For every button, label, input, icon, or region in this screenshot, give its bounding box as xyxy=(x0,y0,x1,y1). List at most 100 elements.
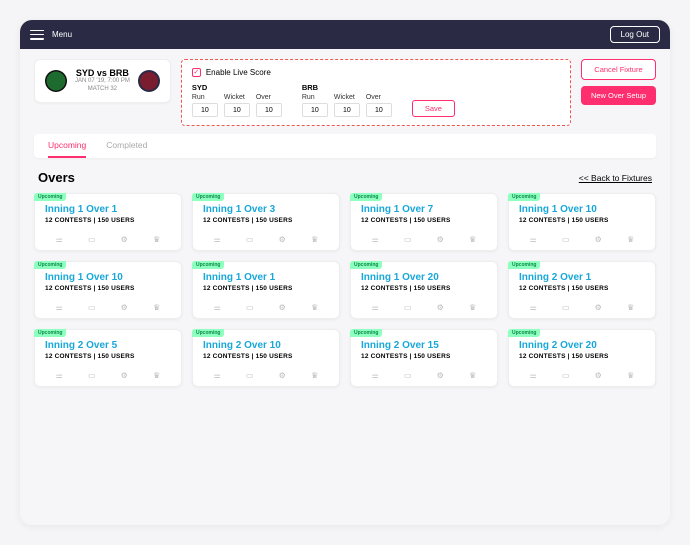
match-number: MATCH 32 xyxy=(75,86,130,94)
syd-run-input[interactable]: 10 xyxy=(192,103,218,117)
tab-upcoming[interactable]: Upcoming xyxy=(48,140,86,158)
status-tag: Upcoming xyxy=(192,193,224,201)
gear-icon[interactable]: ⚙ xyxy=(435,234,445,244)
gear-icon[interactable]: ⚙ xyxy=(435,370,445,380)
device-icon[interactable]: ▭ xyxy=(561,370,571,380)
card-title: Inning 2 Over 15 xyxy=(361,340,487,351)
tab-completed[interactable]: Completed xyxy=(106,140,147,158)
sliders-icon[interactable]: ⚌ xyxy=(212,234,222,244)
cancel-fixture-button[interactable]: Cancel Fixture xyxy=(581,59,656,80)
over-card[interactable]: UpcomingInning 1 Over 712 CONTESTS | 150… xyxy=(350,193,498,251)
device-icon[interactable]: ▭ xyxy=(245,370,255,380)
trophy-icon[interactable]: ♛ xyxy=(626,370,636,380)
status-tag: Upcoming xyxy=(508,193,540,201)
match-date: JAN 07 '19, 7:00 PM xyxy=(75,78,130,86)
new-over-setup-button[interactable]: New Over Setup xyxy=(581,86,656,105)
device-icon[interactable]: ▭ xyxy=(87,234,97,244)
trophy-icon[interactable]: ♛ xyxy=(468,370,478,380)
gear-icon[interactable]: ⚙ xyxy=(277,302,287,312)
sliders-icon[interactable]: ⚌ xyxy=(54,302,64,312)
over-card[interactable]: UpcomingInning 1 Over 1012 CONTESTS | 15… xyxy=(508,193,656,251)
syd-over-input[interactable]: 10 xyxy=(256,103,282,117)
over-card[interactable]: UpcomingInning 2 Over 112 CONTESTS | 150… xyxy=(508,261,656,319)
trophy-icon[interactable]: ♛ xyxy=(468,234,478,244)
over-card[interactable]: UpcomingInning 2 Over 1012 CONTESTS | 15… xyxy=(192,329,340,387)
gear-icon[interactable]: ⚙ xyxy=(435,302,445,312)
sliders-icon[interactable]: ⚌ xyxy=(370,234,380,244)
over-card[interactable]: UpcomingInning 2 Over 1512 CONTESTS | 15… xyxy=(350,329,498,387)
top-bar: Menu Log Out xyxy=(20,20,670,49)
card-title: Inning 1 Over 20 xyxy=(361,272,487,283)
over-card[interactable]: UpcomingInning 1 Over 112 CONTESTS | 150… xyxy=(34,193,182,251)
tabs: Upcoming Completed xyxy=(34,134,656,158)
status-tag: Upcoming xyxy=(192,329,224,337)
syd-wicket-input[interactable]: 10 xyxy=(224,103,250,117)
device-icon[interactable]: ▭ xyxy=(87,302,97,312)
device-icon[interactable]: ▭ xyxy=(245,302,255,312)
device-icon[interactable]: ▭ xyxy=(245,234,255,244)
card-subtitle: 12 CONTESTS | 150 USERS xyxy=(203,217,329,224)
device-icon[interactable]: ▭ xyxy=(561,302,571,312)
trophy-icon[interactable]: ♛ xyxy=(626,234,636,244)
gear-icon[interactable]: ⚙ xyxy=(593,302,603,312)
save-score-button[interactable]: Save xyxy=(412,100,455,117)
device-icon[interactable]: ▭ xyxy=(403,370,413,380)
gear-icon[interactable]: ⚙ xyxy=(593,370,603,380)
sliders-icon[interactable]: ⚌ xyxy=(370,370,380,380)
brb-over-input[interactable]: 10 xyxy=(366,103,392,117)
over-card[interactable]: UpcomingInning 2 Over 2012 CONTESTS | 15… xyxy=(508,329,656,387)
enable-live-score-checkbox[interactable]: ✓ xyxy=(192,68,201,77)
card-icons: ⚌ ▭ ⚙ ♛ xyxy=(519,366,645,380)
card-subtitle: 12 CONTESTS | 150 USERS xyxy=(203,285,329,292)
sliders-icon[interactable]: ⚌ xyxy=(54,370,64,380)
trophy-icon[interactable]: ♛ xyxy=(152,302,162,312)
menu-button[interactable]: Menu xyxy=(30,30,72,40)
sliders-icon[interactable]: ⚌ xyxy=(370,302,380,312)
over-card[interactable]: UpcomingInning 1 Over 112 CONTESTS | 150… xyxy=(192,261,340,319)
trophy-icon[interactable]: ♛ xyxy=(468,302,478,312)
gear-icon[interactable]: ⚙ xyxy=(593,234,603,244)
card-icons: ⚌ ▭ ⚙ ♛ xyxy=(45,230,171,244)
trophy-icon[interactable]: ♛ xyxy=(626,302,636,312)
trophy-icon[interactable]: ♛ xyxy=(310,370,320,380)
trophy-icon[interactable]: ♛ xyxy=(152,370,162,380)
device-icon[interactable]: ▭ xyxy=(403,234,413,244)
brb-run-input[interactable]: 10 xyxy=(302,103,328,117)
over-card[interactable]: UpcomingInning 2 Over 512 CONTESTS | 150… xyxy=(34,329,182,387)
over-card[interactable]: UpcomingInning 1 Over 1012 CONTESTS | 15… xyxy=(34,261,182,319)
gear-icon[interactable]: ⚙ xyxy=(119,302,129,312)
sliders-icon[interactable]: ⚌ xyxy=(528,370,538,380)
sliders-icon[interactable]: ⚌ xyxy=(528,234,538,244)
card-icons: ⚌ ▭ ⚙ ♛ xyxy=(361,366,487,380)
sliders-icon[interactable]: ⚌ xyxy=(54,234,64,244)
over-card[interactable]: UpcomingInning 1 Over 2012 CONTESTS | 15… xyxy=(350,261,498,319)
status-tag: Upcoming xyxy=(508,329,540,337)
card-title: Inning 1 Over 3 xyxy=(203,204,329,215)
trophy-icon[interactable]: ♛ xyxy=(152,234,162,244)
score-team-syd: SYD Run Wicket Over 10 10 10 xyxy=(192,83,282,117)
card-icons: ⚌ ▭ ⚙ ♛ xyxy=(203,366,329,380)
gear-icon[interactable]: ⚙ xyxy=(277,370,287,380)
device-icon[interactable]: ▭ xyxy=(87,370,97,380)
device-icon[interactable]: ▭ xyxy=(561,234,571,244)
logout-button[interactable]: Log Out xyxy=(610,26,660,43)
brb-wicket-input[interactable]: 10 xyxy=(334,103,360,117)
gear-icon[interactable]: ⚙ xyxy=(119,234,129,244)
sliders-icon[interactable]: ⚌ xyxy=(212,302,222,312)
back-to-fixtures-link[interactable]: << Back to Fixtures xyxy=(579,173,652,183)
status-tag: Upcoming xyxy=(350,193,382,201)
card-title: Inning 1 Over 7 xyxy=(361,204,487,215)
card-subtitle: 12 CONTESTS | 150 USERS xyxy=(45,353,171,360)
gear-icon[interactable]: ⚙ xyxy=(119,370,129,380)
device-icon[interactable]: ▭ xyxy=(403,302,413,312)
trophy-icon[interactable]: ♛ xyxy=(310,234,320,244)
over-card[interactable]: Upcoming Inning 1 Over 3 12 CONTESTS | 150… xyxy=(192,193,340,251)
card-title: Inning 1 Over 10 xyxy=(45,272,171,283)
trophy-icon[interactable]: ♛ xyxy=(310,302,320,312)
sliders-icon[interactable]: ⚌ xyxy=(212,370,222,380)
card-subtitle: 12 CONTESTS | 150 USERS xyxy=(361,353,487,360)
status-tag: Upcoming xyxy=(34,261,66,269)
sliders-icon[interactable]: ⚌ xyxy=(528,302,538,312)
card-title: Inning 1 Over 1 xyxy=(203,272,329,283)
gear-icon[interactable]: ⚙ xyxy=(277,234,287,244)
